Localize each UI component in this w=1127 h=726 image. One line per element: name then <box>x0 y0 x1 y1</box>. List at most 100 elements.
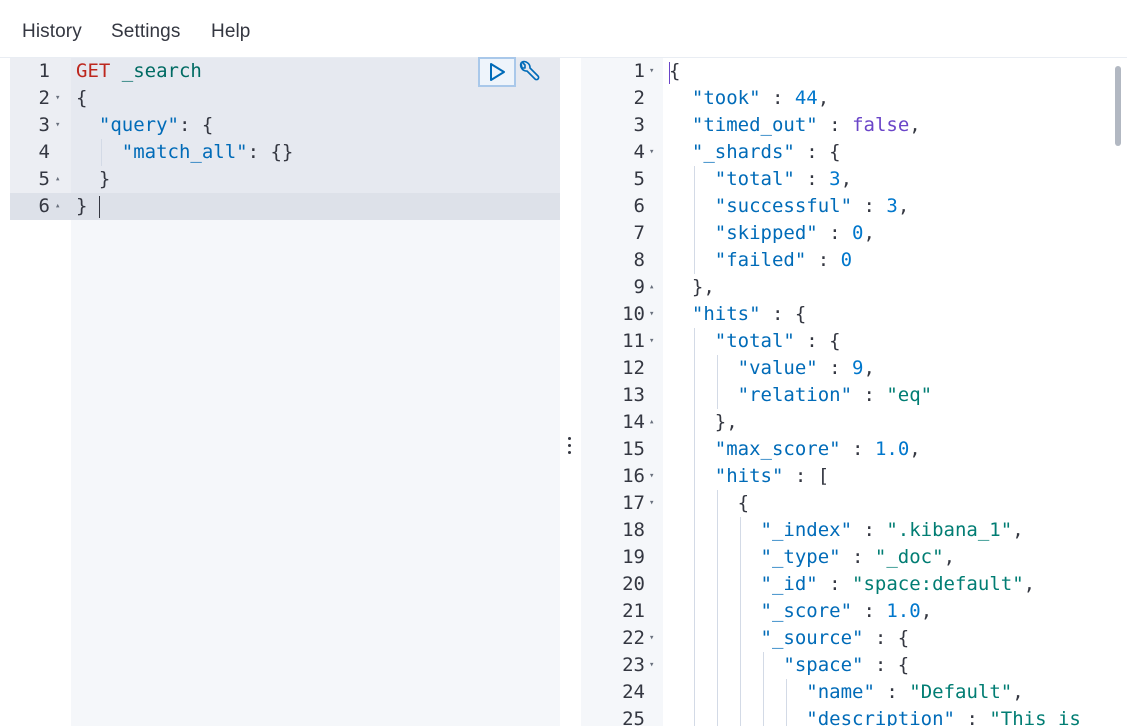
code-token: 0 <box>840 249 853 271</box>
wrench-icon[interactable] <box>514 59 540 85</box>
drag-handle-icon[interactable] <box>566 435 574 457</box>
response-line[interactable]: 6 "successful" : 3, <box>581 193 1127 220</box>
text-cursor <box>99 196 100 218</box>
response-line[interactable]: 16 ▾ "hits" : [ <box>581 463 1127 490</box>
code-text: "skipped" : 0, <box>669 220 875 247</box>
line-number: 25 <box>622 708 645 726</box>
code-text: "max_score" : 1.0, <box>669 436 921 463</box>
code-token: "This is <box>989 708 1081 726</box>
code-text: }, <box>669 409 738 436</box>
response-line[interactable]: 3 "timed_out" : false, <box>581 112 1127 139</box>
play-icon[interactable] <box>487 61 507 83</box>
response-line[interactable]: 10 ▾ "hits" : { <box>581 301 1127 328</box>
fold-collapse-icon[interactable]: ▾ <box>649 58 654 85</box>
request-line[interactable]: 5 ▴ } <box>10 166 560 193</box>
response-line[interactable]: 1 ▾ { <box>581 58 1127 85</box>
code-token: 0 <box>852 222 864 244</box>
code-token: "_doc" <box>874 546 944 568</box>
line-number: 20 <box>622 573 645 595</box>
request-editor[interactable]: 1 GET _search 2 ▾{3 ▾ "query": {4 "match_all… <box>10 58 560 726</box>
response-line[interactable]: 24 "name" : "Default", <box>581 679 1127 706</box>
request-line[interactable]: 4 "match_all": {} <box>10 139 560 166</box>
response-line[interactable]: 15 "max_score" : 1.0, <box>581 436 1127 463</box>
code-token: "_score" <box>760 600 853 622</box>
menu-settings[interactable]: Settings <box>111 21 180 43</box>
line-number: 13 <box>622 384 645 406</box>
line-number: 6 <box>38 195 50 217</box>
menu-history[interactable]: History <box>22 21 82 43</box>
response-line[interactable]: 21 "_score" : 1.0, <box>581 598 1127 625</box>
code-token: : <box>794 168 830 190</box>
response-line[interactable]: 18 "_index" : ".kibana_1", <box>581 517 1127 544</box>
code-token: "took" <box>691 87 761 109</box>
response-line[interactable]: 20 "_id" : "space:default", <box>581 571 1127 598</box>
response-line[interactable]: 12 "value" : 9, <box>581 355 1127 382</box>
code-token: : {} <box>247 141 294 163</box>
response-line[interactable]: 14 ▴ }, <box>581 409 1127 436</box>
fold-collapse-icon[interactable]: ▾ <box>649 328 654 355</box>
response-line[interactable]: 22 ▾ "_source" : { <box>581 625 1127 652</box>
fold-collapse-icon[interactable]: ▾ <box>649 625 654 652</box>
fold-collapse-icon[interactable]: ▾ <box>55 85 60 112</box>
code-token: } <box>98 168 111 190</box>
code-token: : { <box>178 114 214 136</box>
pane-splitter[interactable] <box>560 58 581 726</box>
menu-help[interactable]: Help <box>211 21 250 43</box>
code-token: "timed_out" <box>691 114 818 136</box>
request-line[interactable]: 3 ▾ "query": { <box>10 112 560 139</box>
response-line[interactable]: 9 ▴ }, <box>581 274 1127 301</box>
fold-expand-icon[interactable]: ▴ <box>649 409 654 436</box>
response-viewer[interactable]: 1 ▾{2 "took" : 44, 3 "timed_out" : false, 4… <box>581 58 1127 726</box>
code-token: 44 <box>794 87 818 109</box>
request-line[interactable]: 6 ▴} <box>10 193 560 220</box>
code-token: "name" <box>806 681 875 703</box>
fold-expand-icon[interactable]: ▴ <box>55 193 60 220</box>
code-token: 3 <box>829 168 841 190</box>
fold-collapse-icon[interactable]: ▾ <box>55 112 60 139</box>
line-number: 1 <box>38 60 50 82</box>
fold-collapse-icon[interactable]: ▾ <box>649 139 654 166</box>
code-token: "max_score" <box>714 438 841 460</box>
response-line[interactable]: 4 ▾ "_shards" : { <box>581 139 1127 166</box>
code-token: "total" <box>714 330 795 352</box>
response-line[interactable]: 2 "took" : 44, <box>581 85 1127 112</box>
code-token: "hits" <box>714 465 784 487</box>
request-line[interactable]: 2 ▾ { <box>10 85 560 112</box>
response-line[interactable]: 19 "_type" : "_doc", <box>581 544 1127 571</box>
response-line[interactable]: 11 ▾ "total" : { <box>581 328 1127 355</box>
fold-expand-icon[interactable]: ▴ <box>649 274 654 301</box>
code-token: , <box>920 600 933 622</box>
code-token: "description" <box>806 708 955 726</box>
code-token: GET <box>76 60 111 82</box>
response-line[interactable]: 5 "total" : 3, <box>581 166 1127 193</box>
response-line[interactable]: 8 "failed" : 0 <box>581 247 1127 274</box>
response-scrollbar[interactable] <box>1115 66 1121 146</box>
code-token: "total" <box>714 168 795 190</box>
code-token: : <box>874 681 910 703</box>
fold-collapse-icon[interactable]: ▾ <box>649 301 654 328</box>
line-number: 8 <box>633 249 645 271</box>
response-line[interactable]: 25 "description" : "This is <box>581 706 1127 726</box>
code-token: , <box>897 195 910 217</box>
response-line[interactable]: 23 ▾ "space" : { <box>581 652 1127 679</box>
response-line[interactable]: 17 ▾ { <box>581 490 1127 517</box>
fold-collapse-icon[interactable]: ▾ <box>649 490 654 517</box>
code-text: }, <box>669 274 715 301</box>
line-number: 2 <box>38 87 50 109</box>
code-token: _search <box>121 60 202 82</box>
code-text: "query": { <box>76 112 213 139</box>
code-text: GET _search <box>76 58 202 85</box>
response-line[interactable]: 7 "skipped" : 0, <box>581 220 1127 247</box>
response-cursor <box>669 62 670 84</box>
code-token: "relation" <box>737 384 853 406</box>
fold-expand-icon[interactable]: ▴ <box>55 166 60 193</box>
code-token: "_id" <box>760 573 818 595</box>
line-number: 17 <box>622 492 645 514</box>
code-token: "_source" <box>760 627 864 649</box>
fold-collapse-icon[interactable]: ▾ <box>649 463 654 490</box>
response-line[interactable]: 13 "relation" : "eq" <box>581 382 1127 409</box>
code-text: { <box>669 58 680 85</box>
code-token: }, <box>691 276 715 298</box>
fold-collapse-icon[interactable]: ▾ <box>649 652 654 679</box>
code-token: : { <box>863 654 910 676</box>
